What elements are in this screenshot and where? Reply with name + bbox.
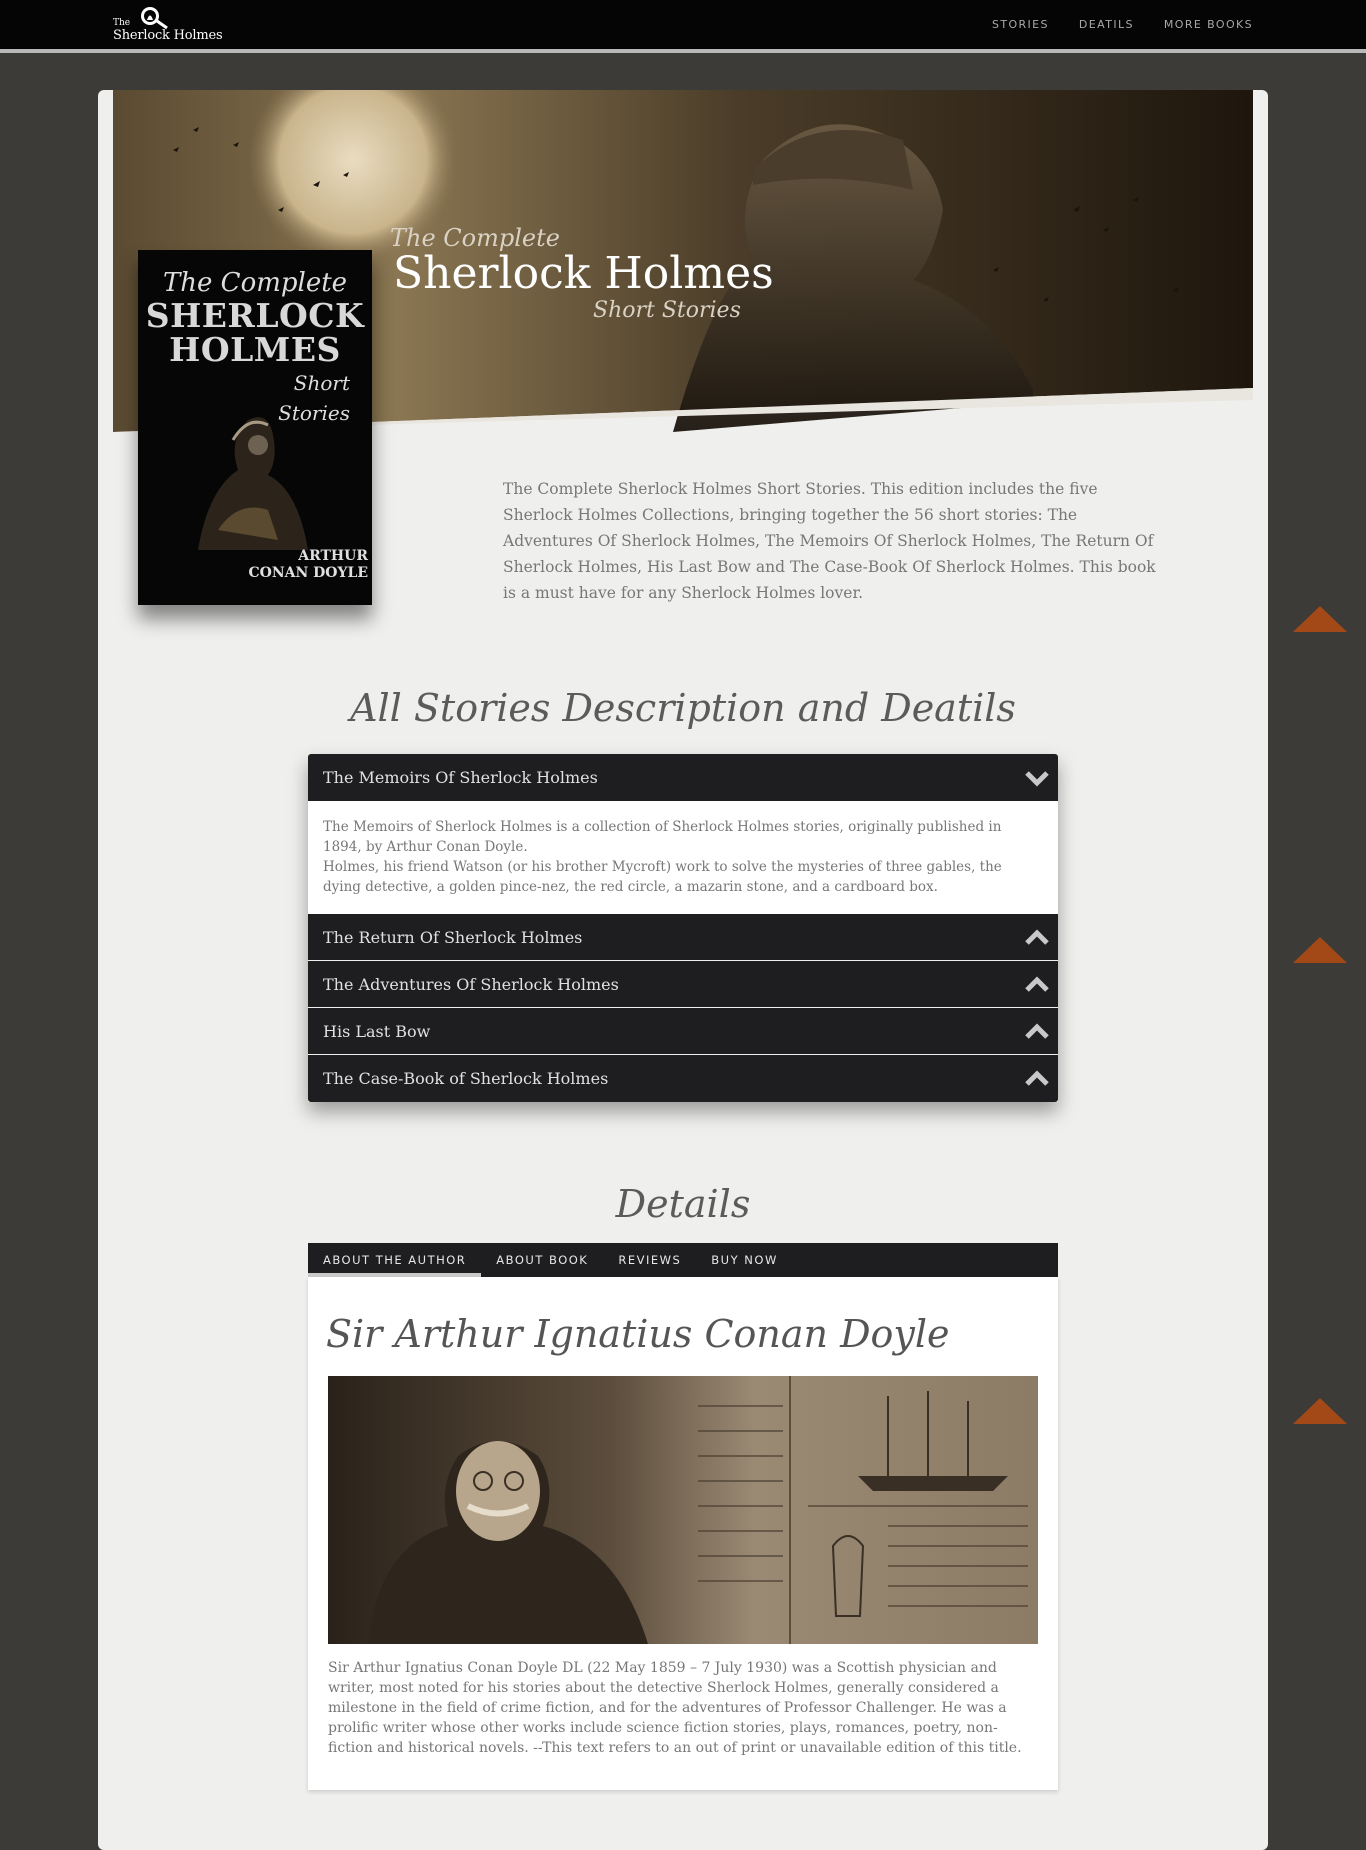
- accordion-title: The Memoirs Of Sherlock Holmes: [323, 768, 598, 787]
- nav-stories[interactable]: STORIES: [992, 18, 1049, 31]
- accordion-title: The Adventures Of Sherlock Holmes: [323, 975, 619, 994]
- triangle-up-icon[interactable]: [1293, 937, 1347, 963]
- stories-section-title: All Stories Description and Deatils: [350, 686, 1016, 730]
- accordion-header-adventures[interactable]: The Adventures Of Sherlock Holmes: [308, 961, 1058, 1008]
- hero-title: Sherlock Holmes: [393, 248, 774, 299]
- author-photo-image: [328, 1376, 1038, 1644]
- chevron-up-icon[interactable]: [1024, 975, 1050, 995]
- accordion-body-para-2: Holmes, his friend Watson (or his brothe…: [323, 859, 1002, 895]
- cover-title-line2: HOLMES: [169, 330, 341, 369]
- accordion-body-memoirs: The Memoirs of Sherlock Holmes is a coll…: [308, 801, 1058, 914]
- cover-short-stories: Short Stories: [278, 371, 350, 425]
- tab-about-author[interactable]: ABOUT THE AUTHOR: [308, 1243, 482, 1277]
- cover-author: ARTHUR CONAN DOYLE: [248, 548, 368, 582]
- tab-buy-now[interactable]: BUY NOW: [696, 1243, 793, 1277]
- details-tabs: ABOUT THE AUTHOR ABOUT BOOK REVIEWS BUY …: [308, 1243, 1058, 1277]
- author-photo: [328, 1376, 1038, 1644]
- accordion-header-last-bow[interactable]: His Last Bow: [308, 1008, 1058, 1055]
- tab-panel-about-author: Sir Arthur Ignatius Conan Doyle Sir Arth…: [308, 1277, 1058, 1790]
- triangle-up-icon[interactable]: [1293, 1398, 1347, 1424]
- main-nav: STORIES DEATILS MORE BOOKS: [992, 18, 1253, 31]
- accordion-header-case-book[interactable]: The Case-Book of Sherlock Holmes: [308, 1055, 1058, 1102]
- triangle-up-icon[interactable]: [1293, 606, 1347, 632]
- cover-kicker: The Complete: [162, 268, 348, 298]
- author-bio: Sir Arthur Ignatius Conan Doyle DL (22 M…: [328, 1660, 1022, 1756]
- chevron-up-icon[interactable]: [1024, 928, 1050, 948]
- tab-reviews[interactable]: REVIEWS: [603, 1243, 696, 1277]
- brand-name: Sherlock Holmes: [113, 28, 223, 43]
- cover-author-line1: ARTHUR: [298, 548, 368, 564]
- accordion-title: The Return Of Sherlock Holmes: [323, 928, 583, 947]
- details-section-title: Details: [615, 1182, 751, 1226]
- stories-accordion: The Memoirs Of Sherlock Holmes The Memoi…: [308, 754, 1058, 1102]
- accordion-header-return[interactable]: The Return Of Sherlock Holmes: [308, 914, 1058, 961]
- brand-logo[interactable]: The Sherlock Holmes: [112, 6, 223, 46]
- tab-about-book[interactable]: ABOUT BOOK: [481, 1243, 603, 1277]
- hero-subtitle: Short Stories: [593, 298, 741, 323]
- nav-more-books[interactable]: MORE BOOKS: [1164, 18, 1253, 31]
- accordion-title: The Case-Book of Sherlock Holmes: [323, 1069, 609, 1088]
- brand-the: The: [113, 18, 131, 28]
- chevron-down-icon[interactable]: [1024, 768, 1050, 788]
- author-name: Sir Arthur Ignatius Conan Doyle: [326, 1312, 950, 1356]
- chevron-up-icon[interactable]: [1024, 1022, 1050, 1042]
- chevron-up-icon[interactable]: [1024, 1069, 1050, 1089]
- magnifier-logo-icon: [141, 7, 168, 30]
- accordion-title: His Last Bow: [323, 1022, 431, 1041]
- book-intro: The Complete Sherlock Holmes Short Stori…: [503, 480, 1156, 602]
- nav-deatils[interactable]: DEATILS: [1079, 18, 1134, 31]
- accordion-body-para-1: The Memoirs of Sherlock Holmes is a coll…: [323, 819, 1002, 855]
- main-panel: The Complete Sherlock Holmes Short Stori…: [98, 90, 1268, 1850]
- cover-author-line2: CONAN DOYLE: [248, 565, 368, 581]
- top-navbar: The Sherlock Holmes STORIES DEATILS MORE…: [0, 0, 1366, 53]
- accordion-header-memoirs[interactable]: The Memoirs Of Sherlock Holmes: [308, 754, 1058, 801]
- book-cover: The Complete SHERLOCK HOLMES Short Stori…: [138, 250, 372, 605]
